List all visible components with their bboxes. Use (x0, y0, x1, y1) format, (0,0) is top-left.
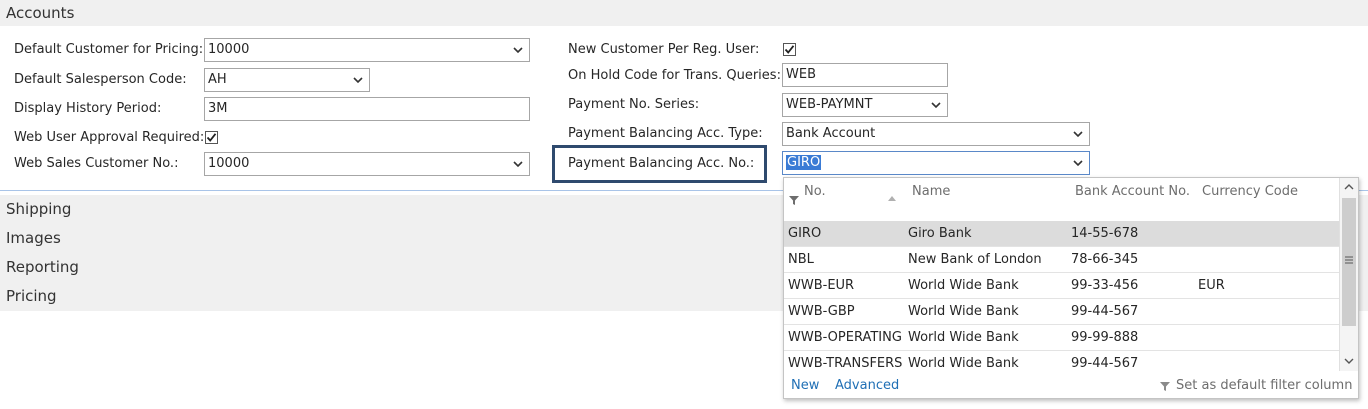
chevron-down-icon[interactable] (930, 94, 942, 116)
approval-required-checkbox[interactable] (205, 131, 218, 144)
new-link[interactable]: New (791, 374, 819, 398)
history-period-field[interactable]: 3M (204, 97, 530, 121)
lookup-header: No. Name Bank Account No. Currency Code (784, 178, 1340, 220)
lookup-scrollbar[interactable] (1339, 178, 1358, 371)
default-customer-field[interactable]: 10000 (204, 38, 530, 62)
salesperson-value: AH (208, 72, 227, 87)
chevron-down-icon[interactable] (1072, 152, 1084, 174)
cell-name: World Wide Bank (908, 304, 1019, 319)
chevron-down-icon[interactable] (512, 39, 524, 61)
cell-name: New Bank of London (908, 252, 1042, 267)
new-customer-checkbox[interactable] (783, 43, 796, 56)
bal-acc-no-label: Payment Balancing Acc. No.: (568, 156, 755, 171)
column-header-name[interactable]: Name (912, 184, 950, 199)
bal-acc-no-field[interactable]: GIRO (782, 151, 1090, 175)
cell-no: WWB-EUR (788, 278, 855, 293)
on-hold-code-value: WEB (786, 67, 816, 82)
chevron-down-icon[interactable] (512, 153, 524, 175)
filter-icon[interactable] (788, 194, 800, 206)
web-sales-customer-label: Web Sales Customer No.: (14, 156, 179, 171)
scroll-thumb[interactable] (1342, 198, 1356, 326)
cell-no: WWB-OPERATING (788, 330, 902, 345)
salesperson-field[interactable]: AH (204, 68, 370, 92)
bal-acc-type-label: Payment Balancing Acc. Type: (568, 126, 763, 141)
history-period-value: 3M (208, 101, 228, 116)
scroll-up-icon[interactable] (1343, 182, 1355, 192)
history-period-label: Display History Period: (14, 101, 162, 116)
cell-name: World Wide Bank (908, 330, 1019, 345)
cell-no: WWB-GBP (788, 304, 855, 319)
advanced-link[interactable]: Advanced (835, 374, 899, 398)
scroll-grip-icon (1345, 256, 1353, 264)
new-customer-label: New Customer Per Reg. User: (568, 42, 760, 57)
default-customer-label: Default Customer for Pricing: (14, 42, 204, 57)
lookup-row[interactable]: WWB-GBP World Wide Bank 99-44-567 (784, 299, 1340, 325)
scroll-down-icon[interactable] (1343, 356, 1355, 366)
column-header-bank-account[interactable]: Bank Account No. (1075, 184, 1190, 199)
cell-account: 99-44-567 (1071, 304, 1139, 319)
cell-account: 14-55-678 (1071, 226, 1139, 241)
payment-series-label: Payment No. Series: (568, 97, 700, 112)
approval-required-label: Web User Approval Required: (14, 130, 205, 145)
column-header-currency[interactable]: Currency Code (1202, 184, 1298, 199)
column-header-no[interactable]: No. (804, 184, 826, 199)
on-hold-code-label: On Hold Code for Trans. Queries: (568, 68, 781, 83)
cell-name: Giro Bank (908, 226, 972, 241)
default-customer-value: 10000 (208, 42, 250, 57)
cell-no: GIRO (788, 226, 822, 241)
filter-icon (1160, 382, 1170, 391)
lookup-row[interactable]: NBL New Bank of London 78-66-345 (784, 247, 1340, 273)
chevron-down-icon[interactable] (1072, 123, 1084, 145)
chevron-down-icon[interactable] (352, 69, 364, 91)
bal-acc-type-value: Bank Account (786, 126, 876, 141)
bal-acc-no-value[interactable]: GIRO (786, 155, 822, 170)
payment-series-field[interactable]: WEB-PAYMNT (782, 93, 948, 117)
web-sales-customer-value: 10000 (208, 156, 250, 171)
payment-series-value: WEB-PAYMNT (786, 97, 873, 112)
cell-account: 99-33-456 (1071, 278, 1139, 293)
on-hold-code-field[interactable]: WEB (782, 63, 948, 87)
lookup-row[interactable]: GIRO Giro Bank 14-55-678 (784, 221, 1340, 247)
cell-currency: EUR (1198, 278, 1225, 293)
sort-up-icon (888, 196, 896, 201)
section-accounts-header[interactable]: Accounts (0, 0, 1368, 26)
lookup-row[interactable]: WWB-OPERATING World Wide Bank 99-99-888 (784, 325, 1340, 351)
cell-account: 99-99-888 (1071, 330, 1139, 345)
lookup-row[interactable]: WWB-EUR World Wide Bank 99-33-456 EUR (784, 273, 1340, 299)
set-default-filter-link[interactable]: Set as default filter column (1176, 374, 1352, 398)
web-sales-customer-field[interactable]: 10000 (204, 152, 530, 176)
cell-name: World Wide Bank (908, 278, 1019, 293)
bal-acc-type-field[interactable]: Bank Account (782, 122, 1090, 146)
cell-no: NBL (788, 252, 814, 267)
bank-account-lookup[interactable]: No. Name Bank Account No. Currency Code … (783, 177, 1359, 399)
salesperson-label: Default Salesperson Code: (14, 72, 187, 87)
lookup-footer: New Advanced Set as default filter colum… (784, 374, 1358, 398)
cell-account: 78-66-345 (1071, 252, 1139, 267)
